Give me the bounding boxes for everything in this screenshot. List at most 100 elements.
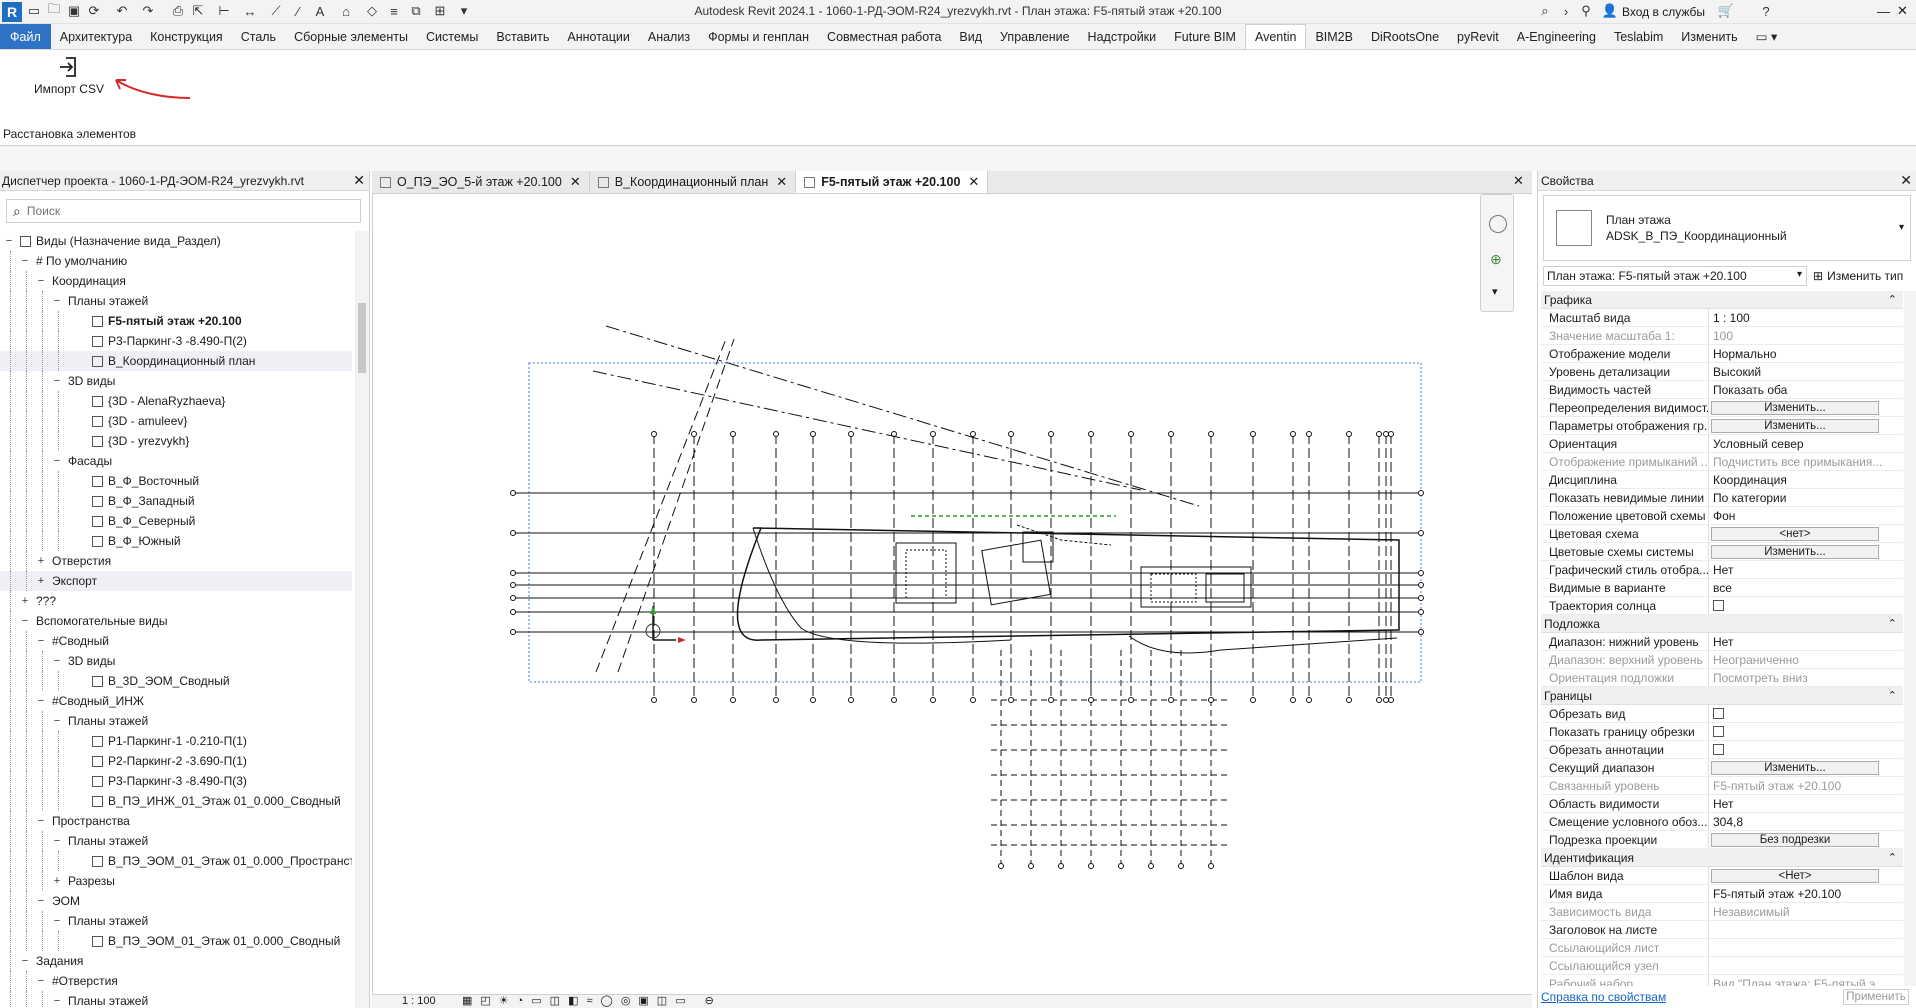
- property-group[interactable]: Идентификация ⌃: [1541, 849, 1903, 867]
- collapse-icon[interactable]: −: [20, 951, 30, 971]
- grid-bubble[interactable]: [510, 629, 516, 635]
- grid-bubble[interactable]: [691, 431, 697, 437]
- print-icon[interactable]: ⎙: [170, 3, 186, 19]
- tag-icon[interactable]: ⟋: [268, 3, 284, 19]
- collapse-icon[interactable]: ⌃: [1888, 615, 1897, 633]
- property-value[interactable]: 1 : 100: [1709, 309, 1903, 326]
- property-edit-button[interactable]: <нет>: [1711, 527, 1879, 541]
- ribbon-tab[interactable]: Aventin: [1244, 24, 1307, 49]
- property-value[interactable]: [1709, 921, 1903, 938]
- tree-item[interactable]: − Координация: [0, 271, 352, 291]
- collapse-icon[interactable]: ⌃: [1888, 687, 1897, 705]
- tree-item[interactable]: − Задания: [0, 951, 352, 971]
- grid-bubble[interactable]: [1088, 863, 1094, 869]
- grid-bubble[interactable]: [1088, 431, 1094, 437]
- grid-bubble[interactable]: [510, 609, 516, 615]
- ribbon-tab[interactable]: Вставить: [487, 24, 558, 49]
- tree-item[interactable]: В_Ф_Восточный: [0, 471, 352, 491]
- grid-bubble[interactable]: [651, 697, 657, 703]
- grid-bubble[interactable]: [1383, 697, 1389, 703]
- ribbon-tab[interactable]: Формы и генплан: [699, 24, 818, 49]
- ribbon-options-icon[interactable]: ▭ ▾: [1747, 24, 1787, 49]
- grid-bubble[interactable]: [1178, 863, 1184, 869]
- property-group[interactable]: Графика ⌃: [1541, 291, 1903, 309]
- tree-item[interactable]: − Планы этажей: [0, 291, 352, 311]
- property-value[interactable]: F5-пятый этаж +20.100: [1709, 885, 1903, 902]
- tree-item[interactable]: − Планы этажей: [0, 711, 352, 731]
- tree-item[interactable]: −3D виды: [0, 651, 352, 671]
- dimension-icon[interactable]: ↔: [242, 3, 258, 19]
- view-tab[interactable]: O_ПЭ_ЭО_5-й этаж +20.100 ✕: [372, 171, 590, 193]
- property-value[interactable]: [1709, 723, 1903, 740]
- ribbon-tab[interactable]: pyRevit: [1448, 24, 1508, 49]
- collapse-icon[interactable]: −: [4, 231, 14, 251]
- tree-item[interactable]: +???: [0, 591, 352, 611]
- tree-item[interactable]: − Планы этажей: [0, 831, 352, 851]
- grid-bubble[interactable]: [1058, 863, 1064, 869]
- property-value[interactable]: [1709, 597, 1903, 614]
- switch-windows-icon[interactable]: ⊞: [432, 3, 448, 19]
- expand-icon[interactable]: +: [20, 591, 30, 611]
- type-selector[interactable]: План этажа ADSK_В_ПЭ_Координационный ▾: [1543, 195, 1911, 261]
- tree-item[interactable]: В_Ф_Северный: [0, 511, 352, 531]
- collapse-icon[interactable]: −: [36, 631, 46, 651]
- property-group[interactable]: Подложка ⌃: [1541, 615, 1903, 633]
- collapse-icon[interactable]: −: [36, 811, 46, 831]
- grid-bubble[interactable]: [998, 863, 1004, 869]
- grid-bubble[interactable]: [1290, 431, 1296, 437]
- grid-bubble[interactable]: [1250, 431, 1256, 437]
- collapse-icon[interactable]: ⌃: [1888, 291, 1897, 309]
- redo-icon[interactable]: ↷: [140, 3, 156, 19]
- property-checkbox[interactable]: [1713, 600, 1724, 611]
- collapse-icon[interactable]: −: [20, 611, 30, 631]
- tree-item[interactable]: В_Координационный план: [0, 351, 352, 371]
- browser-scrollbar[interactable]: [355, 231, 369, 1008]
- grid-bubble[interactable]: [891, 697, 897, 703]
- help-icon[interactable]: ?: [1758, 3, 1774, 19]
- project-browser-search[interactable]: ⌕: [6, 199, 361, 223]
- property-checkbox[interactable]: [1713, 708, 1724, 719]
- minimize-button[interactable]: —: [1877, 4, 1890, 19]
- tree-item[interactable]: + Экспорт: [0, 571, 352, 591]
- cart-icon[interactable]: 🛒: [1718, 3, 1734, 19]
- tree-item[interactable]: P3-Паркинг-3 -8.490-П(2): [0, 331, 352, 351]
- tree-item[interactable]: −3D виды: [0, 371, 352, 391]
- measure-icon[interactable]: ⊢: [216, 3, 232, 19]
- user-icon[interactable]: 👤: [1602, 3, 1618, 19]
- ribbon-tab[interactable]: DiRootsOne: [1362, 24, 1448, 49]
- grid-bubble[interactable]: [730, 697, 736, 703]
- tree-item[interactable]: P2-Паркинг-2 -3.690-П(1): [0, 751, 352, 771]
- tree-item[interactable]: В_ПЭ_ЭОМ_01_Этаж 01_0.000_Сводный: [0, 931, 352, 951]
- property-value[interactable]: Нет: [1709, 795, 1903, 812]
- steering-wheel-icon[interactable]: [1489, 215, 1507, 233]
- line-icon[interactable]: ∕: [290, 3, 306, 19]
- tree-item[interactable]: − Пространства: [0, 811, 352, 831]
- grid-bubble[interactable]: [1128, 431, 1134, 437]
- property-group[interactable]: Границы ⌃: [1541, 687, 1903, 705]
- grid-bubble[interactable]: [1346, 431, 1352, 437]
- property-value[interactable]: Высокий: [1709, 363, 1903, 380]
- grid-bubble[interactable]: [1418, 490, 1424, 496]
- grid-bubble[interactable]: [1376, 431, 1382, 437]
- property-value[interactable]: Без подрезки: [1709, 831, 1903, 848]
- grid-bubble[interactable]: [1250, 697, 1256, 703]
- tree-item[interactable]: В_ПЭ_ИНЖ_01_Этаж 01_0.000_Сводный: [0, 791, 352, 811]
- chevron-down-icon[interactable]: ▾: [1492, 285, 1498, 298]
- grid-bubble[interactable]: [1148, 863, 1154, 869]
- thin-lines-icon[interactable]: ≡: [386, 3, 402, 19]
- ribbon-tab[interactable]: Вид: [950, 24, 991, 49]
- grid-bubble[interactable]: [730, 431, 736, 437]
- tree-item[interactable]: {3D - amuleev}: [0, 411, 352, 431]
- tree-item[interactable]: В_ПЭ_ЭОМ_01_Этаж 01_0.000_Пространства: [0, 851, 352, 871]
- expand-icon[interactable]: +: [36, 551, 46, 571]
- grid-bubble[interactable]: [1208, 863, 1214, 869]
- grid-bubble[interactable]: [510, 582, 516, 588]
- crop-region[interactable]: [528, 362, 1422, 683]
- ribbon-tab[interactable]: Конструкция: [141, 24, 232, 49]
- close-icon[interactable]: ✕: [570, 174, 581, 190]
- grid-bubble[interactable]: [510, 570, 516, 576]
- ribbon-tab[interactable]: Сталь: [232, 24, 285, 49]
- grid-bubble[interactable]: [510, 530, 516, 536]
- grid-bubble[interactable]: [510, 490, 516, 496]
- grid-bubble[interactable]: [970, 431, 976, 437]
